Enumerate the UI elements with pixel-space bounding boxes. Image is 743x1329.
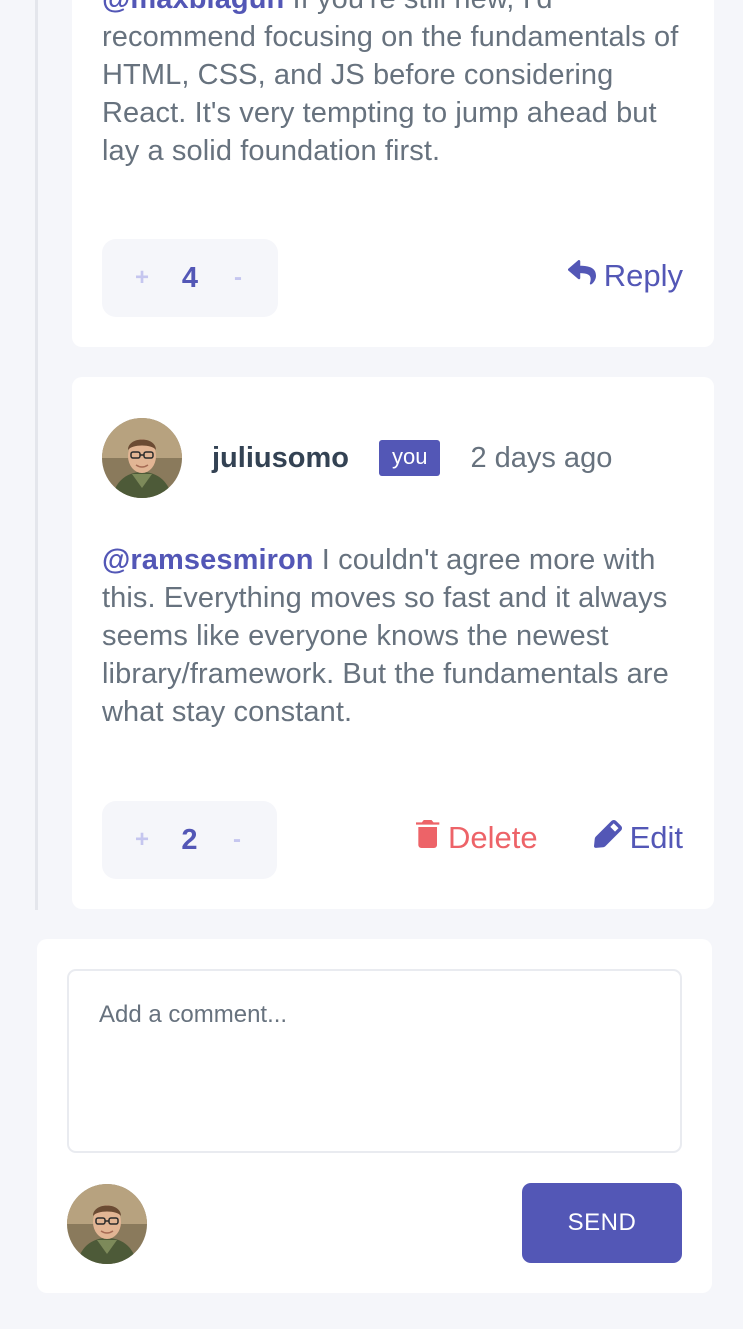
vote-score: 4 xyxy=(181,261,199,294)
mention-link[interactable]: @ramsesmiron xyxy=(102,544,314,576)
downvote-button[interactable]: - xyxy=(227,826,247,854)
avatar xyxy=(102,418,182,498)
own-comment-card: juliusomo you 2 days ago @ramsesmiron I … xyxy=(72,377,714,909)
edit-button[interactable]: Edit xyxy=(593,820,683,856)
send-button[interactable]: SEND xyxy=(522,1183,682,1263)
comment-header: juliusomo you 2 days ago xyxy=(102,418,612,498)
comment-body: @maxblagun If you're still new, I'd reco… xyxy=(102,0,692,170)
reply-button[interactable]: Reply xyxy=(567,258,683,294)
comment-timestamp: 2 days ago xyxy=(470,441,613,474)
add-comment-input[interactable] xyxy=(67,969,682,1153)
vote-score: 2 xyxy=(181,823,198,856)
delete-button[interactable]: Delete xyxy=(416,820,538,856)
reply-comment-card: @maxblagun If you're still new, I'd reco… xyxy=(72,0,714,347)
downvote-button[interactable]: - xyxy=(228,264,248,292)
username[interactable]: juliusomo xyxy=(212,442,349,475)
trash-icon xyxy=(416,820,440,856)
reply-thread-line xyxy=(35,0,38,910)
comments-page: @maxblagun If you're still new, I'd reco… xyxy=(0,0,743,1329)
comment-text: If you're still new, I'd recommend focus… xyxy=(102,0,679,167)
add-comment-card: SEND xyxy=(37,939,712,1293)
mention-link[interactable]: @maxblagun xyxy=(102,0,284,15)
reply-label: Reply xyxy=(603,258,683,293)
pencil-icon xyxy=(593,820,622,856)
delete-label: Delete xyxy=(448,820,538,855)
upvote-button[interactable]: + xyxy=(132,264,152,292)
upvote-button[interactable]: + xyxy=(132,826,152,854)
you-badge: you xyxy=(378,440,441,476)
reply-icon xyxy=(567,258,596,294)
current-user-avatar xyxy=(67,1184,147,1264)
vote-counter: + 4 - xyxy=(102,239,278,317)
edit-label: Edit xyxy=(629,820,683,855)
comment-body: @ramsesmiron I couldn't agree more with … xyxy=(102,541,692,731)
vote-counter: + 2 - xyxy=(102,801,277,879)
